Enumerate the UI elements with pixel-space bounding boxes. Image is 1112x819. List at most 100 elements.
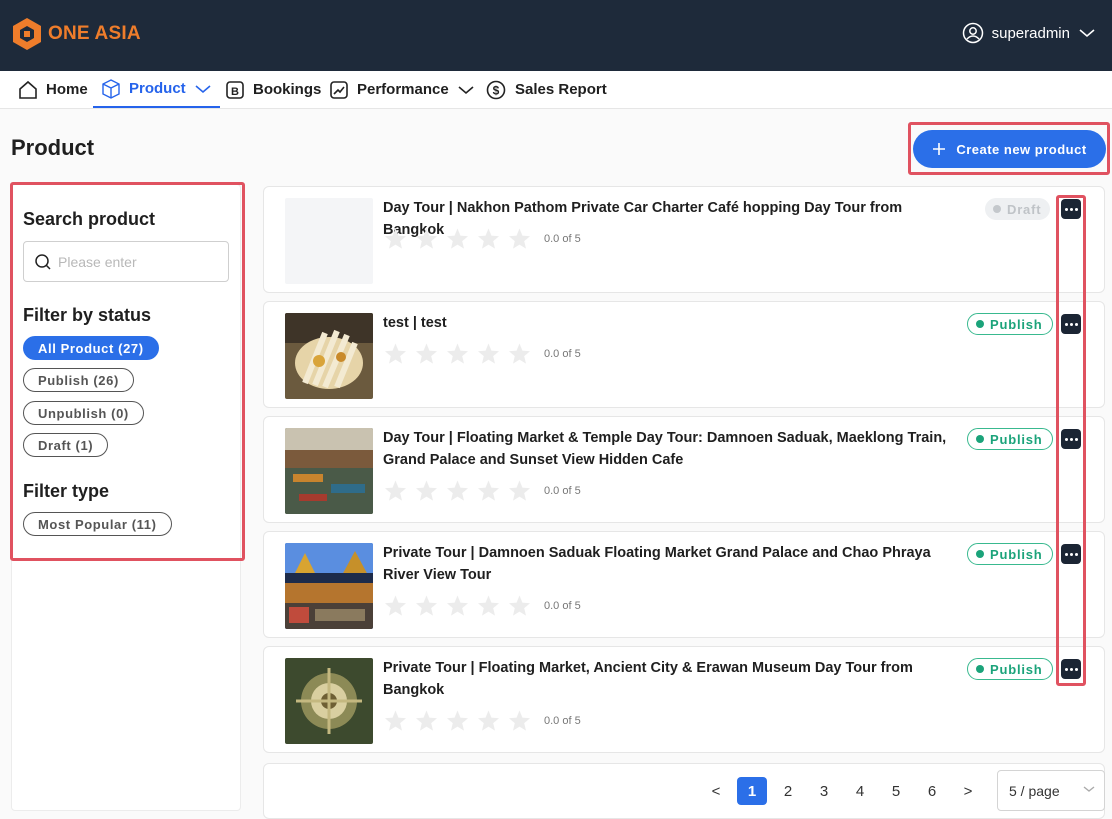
nav-label-home: Home [46, 81, 88, 98]
filter-unpublish[interactable]: Unpublish (0) [23, 401, 144, 425]
page-size-select[interactable]: 5 / page [997, 770, 1105, 811]
rating-text: 0.0 of 5 [544, 233, 581, 245]
money-icon: $ [486, 80, 506, 99]
main-nav: Home Product B Bookings Performance $ Sa… [0, 71, 1112, 109]
search-heading: Search product [23, 209, 156, 229]
star-icon [385, 228, 406, 249]
page-1-button[interactable]: 1 [737, 777, 767, 805]
user-icon [962, 22, 983, 44]
star-icon [416, 343, 437, 364]
star-icon [416, 228, 437, 249]
rating-text: 0.0 of 5 [544, 348, 581, 360]
star-icon [447, 343, 468, 364]
create-product-label: Create new product [956, 141, 1087, 157]
star-icon [509, 595, 530, 616]
username: superadmin [991, 24, 1070, 42]
page-2-button[interactable]: 2 [773, 777, 803, 805]
home-icon [19, 80, 37, 99]
chevron-down-icon [1083, 786, 1095, 792]
product-thumbnail [285, 313, 373, 399]
rating-text: 0.0 of 5 [544, 715, 581, 727]
product-card[interactable]: Private Tour | Floating Market, Ancient … [263, 646, 1105, 753]
rating-stars: 0.0 of 5 [383, 594, 581, 618]
prev-page-button[interactable]: < [701, 777, 731, 805]
rating-text: 0.0 of 5 [544, 485, 581, 497]
status-dot [976, 320, 984, 328]
status-label: Publish [990, 661, 1043, 677]
status-badge: Publish [967, 313, 1053, 335]
star-icon [385, 343, 406, 364]
star-icon [447, 480, 468, 501]
rating-stars: 0.0 of 5 [383, 479, 581, 503]
product-card[interactable]: test | test 0.0 of 5 Publish [263, 301, 1105, 408]
status-badge: Draft [985, 198, 1051, 220]
status-badge: Publish [967, 428, 1053, 450]
search-input[interactable] [58, 253, 218, 270]
logo-icon [13, 18, 41, 50]
search-field[interactable] [23, 241, 229, 282]
product-thumbnail [285, 543, 373, 629]
product-thumbnail-placeholder [285, 198, 373, 284]
filter-publish[interactable]: Publish (26) [23, 368, 134, 392]
filter-all-product[interactable]: All Product (27) [23, 336, 159, 360]
page-4-button[interactable]: 4 [845, 777, 875, 805]
nav-item-bookings[interactable]: B Bookings [225, 71, 321, 108]
nav-label-product: Product [129, 80, 186, 97]
svg-text:B: B [231, 86, 239, 98]
nav-item-product[interactable]: Product [93, 71, 220, 108]
star-icon [478, 228, 499, 249]
star-icon [509, 710, 530, 731]
status-label: Publish [990, 546, 1043, 562]
star-icon [478, 480, 499, 501]
search-icon [35, 253, 51, 270]
page-5-button[interactable]: 5 [881, 777, 911, 805]
product-thumbnail [285, 428, 373, 514]
star-icon [509, 480, 530, 501]
rating-stars: 0.0 of 5 [383, 342, 581, 366]
brand-logo[interactable]: ONE ASIA [12, 17, 141, 51]
trend-icon [330, 80, 348, 99]
product-title[interactable]: test | test [383, 312, 953, 334]
nav-item-home[interactable]: Home [18, 71, 88, 108]
box-icon [102, 78, 120, 99]
status-badge: Publish [967, 543, 1053, 565]
status-badge: Publish [967, 658, 1053, 680]
nav-item-performance[interactable]: Performance [329, 71, 475, 108]
top-bar: ONE ASIA superadmin [0, 0, 1112, 71]
page-3-button[interactable]: 3 [809, 777, 839, 805]
filter-draft[interactable]: Draft (1) [23, 433, 109, 457]
star-icon [416, 595, 437, 616]
star-icon [447, 228, 468, 249]
status-label: Publish [990, 431, 1043, 447]
status-dot [976, 435, 984, 443]
star-icon [478, 710, 499, 731]
type-heading: Filter type [23, 481, 110, 501]
product-title[interactable]: Day Tour | Floating Market & Temple Day … [383, 427, 953, 471]
pagination: < 1 2 3 4 5 6 > 5 / page [263, 763, 1105, 819]
star-icon [447, 595, 468, 616]
next-page-button[interactable]: > [953, 777, 983, 805]
product-thumbnail [285, 658, 373, 744]
product-title[interactable]: Private Tour | Floating Market, Ancient … [383, 657, 953, 701]
page-6-button[interactable]: 6 [917, 777, 947, 805]
rating-stars: 0.0 of 5 [383, 709, 581, 733]
star-icon [509, 343, 530, 364]
page-title: Product [11, 135, 95, 160]
star-icon [509, 228, 530, 249]
nav-item-sales-report[interactable]: $ Sales Report [485, 71, 607, 108]
star-icon [416, 710, 437, 731]
star-icon [447, 710, 468, 731]
product-title[interactable]: Private Tour | Damnoen Saduak Floating M… [383, 542, 953, 586]
page-size-value: 5 / page [1009, 782, 1060, 799]
create-product-button[interactable]: Create new product [913, 130, 1106, 168]
user-menu[interactable]: superadmin [962, 22, 1096, 44]
bookings-icon: B [226, 80, 244, 99]
filter-most-popular[interactable]: Most Popular (11) [23, 512, 172, 536]
plus-icon [933, 143, 946, 155]
status-dot [976, 550, 984, 558]
product-card[interactable]: Day Tour | Nakhon Pathom Private Car Cha… [263, 186, 1105, 293]
highlight-box [1056, 195, 1086, 686]
product-card[interactable]: Private Tour | Damnoen Saduak Floating M… [263, 531, 1105, 638]
nav-label-bookings: Bookings [253, 81, 322, 98]
product-card[interactable]: Day Tour | Floating Market & Temple Day … [263, 416, 1105, 523]
